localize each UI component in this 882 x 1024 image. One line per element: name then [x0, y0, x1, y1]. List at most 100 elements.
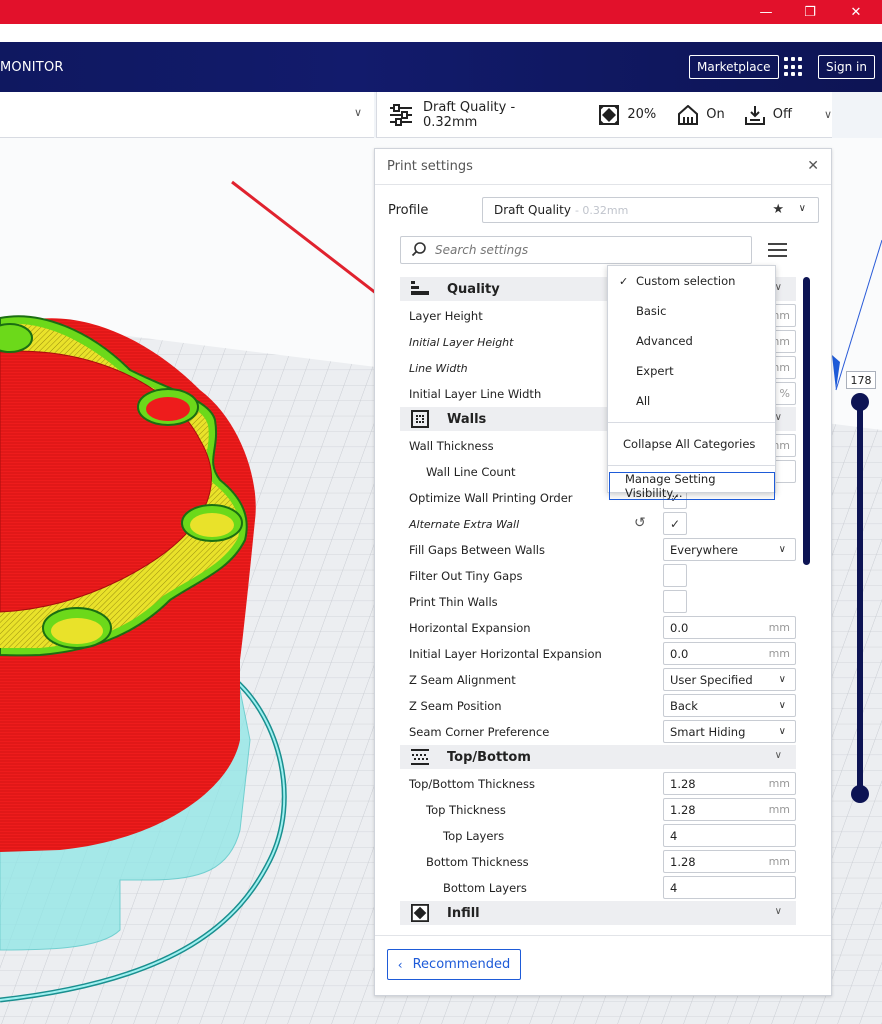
setting-row: Top/Bottom Thickness 1.28 mm — [400, 771, 796, 797]
chevron-down-icon[interactable]: ∨ — [824, 108, 832, 121]
menu-item-label: Expert — [636, 364, 674, 378]
setting-checkbox[interactable] — [663, 564, 687, 587]
input-value: 4 — [670, 828, 678, 843]
unit-label: mm — [768, 647, 790, 660]
restore-icon[interactable]: ❐ — [790, 0, 830, 24]
apps-grid-icon[interactable] — [784, 57, 804, 77]
setting-row: Seam Corner Preference Smart Hiding ∨ — [400, 719, 796, 745]
setting-select[interactable]: Back ∨ — [663, 694, 796, 717]
menu-item-custom-selection[interactable]: ✓ Custom selection — [608, 266, 775, 296]
setting-input[interactable]: 4 — [663, 876, 796, 899]
chevron-down-icon: ∨ — [774, 750, 782, 761]
input-value: 0.0 — [670, 620, 689, 635]
sign-in-button[interactable]: Sign in — [818, 55, 875, 79]
category-topbottom[interactable]: Top/Bottom ∨ — [400, 745, 796, 769]
infill-value: 20% — [627, 107, 657, 122]
close-window-icon[interactable]: ✕ — [836, 0, 876, 24]
layer-slider-bottom-handle[interactable] — [851, 785, 869, 803]
close-icon[interactable]: ✕ — [807, 158, 819, 174]
setting-label: Bottom Layers — [443, 881, 527, 895]
unit-label: mm — [768, 621, 790, 634]
menu-item-advanced[interactable]: Advanced — [608, 326, 775, 356]
panel-title: Print settings — [387, 159, 473, 174]
category-infill[interactable]: Infill ∨ — [400, 901, 796, 925]
setting-label: Bottom Thickness — [426, 855, 529, 869]
walls-icon — [405, 410, 435, 428]
minimize-icon[interactable]: — — [746, 0, 786, 24]
support-icon — [678, 104, 699, 125]
setting-visibility-menu: ✓ Custom selection Basic Advanced Expert… — [607, 265, 776, 500]
setting-row: Bottom Layers 4 — [400, 875, 796, 901]
machine-selector[interactable]: ∨ — [0, 92, 374, 138]
setting-label: Top Layers — [443, 829, 505, 843]
chevron-down-icon: ∨ — [774, 906, 782, 917]
menu-item-collapse-all[interactable]: Collapse All Categories — [608, 429, 775, 459]
menu-item-label: All — [636, 394, 651, 408]
setting-checkbox[interactable] — [663, 590, 687, 613]
infill-icon — [599, 104, 620, 125]
marketplace-button[interactable]: Marketplace — [689, 55, 779, 79]
setting-row: Print Thin Walls — [400, 589, 796, 615]
select-value: User Specified — [670, 672, 753, 687]
layer-slider-track[interactable] — [857, 398, 863, 796]
menu-item-all[interactable]: All — [608, 386, 775, 416]
setting-row: Horizontal Expansion 0.0 mm — [400, 615, 796, 641]
setting-input[interactable]: 0.0 mm — [663, 642, 796, 665]
unit-label: % — [779, 387, 790, 400]
window-top-band — [0, 24, 882, 42]
layer-slider-top-handle[interactable] — [851, 393, 869, 411]
setting-label: Alternate Extra Wall — [409, 517, 520, 531]
setting-select[interactable]: Smart Hiding ∨ — [663, 720, 796, 743]
setting-label: Layer Height — [409, 309, 483, 323]
search-settings-field[interactable] — [400, 236, 752, 264]
select-value: Smart Hiding — [670, 724, 746, 739]
search-input[interactable] — [435, 243, 725, 257]
menu-item-basic[interactable]: Basic — [608, 296, 775, 326]
input-value: 4 — [670, 880, 678, 895]
menu-item-label: Advanced — [636, 334, 693, 348]
setting-input[interactable]: 1.28 mm — [663, 772, 796, 795]
setting-label: Initial Layer Line Width — [409, 387, 542, 401]
chevron-down-icon: ∨ — [778, 700, 786, 711]
setting-checkbox[interactable]: ✓ — [663, 512, 687, 535]
reset-icon[interactable]: ↺ — [634, 515, 646, 531]
setting-row: Alternate Extra Wall ↺ ✓ — [400, 511, 796, 537]
layer-slider-value[interactable]: 178 — [846, 371, 876, 389]
unit-label: mm — [768, 855, 790, 868]
quality-icon — [405, 281, 435, 297]
stage-tab-monitor[interactable]: MONITOR — [0, 60, 64, 75]
recommended-button[interactable]: ‹ Recommended — [387, 949, 521, 980]
setting-label: Seam Corner Preference — [409, 725, 550, 739]
chevron-down-icon: ∨ — [778, 674, 786, 685]
setting-select[interactable]: User Specified ∨ — [663, 668, 796, 691]
profile-label: Profile — [388, 203, 429, 218]
hamburger-menu-icon[interactable] — [768, 240, 788, 260]
quality-profile-label: Draft Quality - 0.32mm — [423, 99, 516, 130]
menu-item-label: Manage Setting Visibility... — [625, 472, 716, 500]
setting-input[interactable]: 0.0 mm — [663, 616, 796, 639]
setting-input[interactable]: 1.28 mm — [663, 850, 796, 873]
setting-row: Z Seam Alignment User Specified ∨ — [400, 667, 796, 693]
category-label: Walls — [447, 411, 487, 427]
setting-label: Wall Line Count — [426, 465, 516, 479]
settings-scrollbar[interactable] — [803, 277, 810, 565]
setting-row: Bottom Thickness 1.28 mm — [400, 849, 796, 875]
chevron-down-icon: ∨ — [798, 203, 806, 214]
search-icon — [411, 241, 427, 260]
menu-item-expert[interactable]: Expert — [608, 356, 775, 386]
setting-label: Optimize Wall Printing Order — [409, 491, 573, 505]
star-icon[interactable]: ★ — [772, 202, 784, 217]
setting-select[interactable]: Everywhere ∨ — [663, 538, 796, 561]
setting-input[interactable]: 4 — [663, 824, 796, 847]
setting-label: Top/Bottom Thickness — [409, 777, 535, 791]
setting-label: Initial Layer Horizontal Expansion — [409, 647, 602, 661]
setting-label: Initial Layer Height — [409, 335, 514, 349]
menu-item-manage-visibility[interactable]: Manage Setting Visibility... — [609, 472, 775, 500]
setting-label: Line Width — [409, 361, 468, 375]
setting-input[interactable]: 1.28 mm — [663, 798, 796, 821]
print-setup-bar[interactable]: Draft Quality - 0.32mm 20% On Off ∨ — [376, 92, 832, 138]
menu-divider — [608, 422, 775, 423]
sliders-icon — [389, 103, 413, 126]
profile-dropdown[interactable]: Draft Quality - 0.32mm ★ ∨ — [482, 197, 819, 223]
setting-label: Horizontal Expansion — [409, 621, 531, 635]
